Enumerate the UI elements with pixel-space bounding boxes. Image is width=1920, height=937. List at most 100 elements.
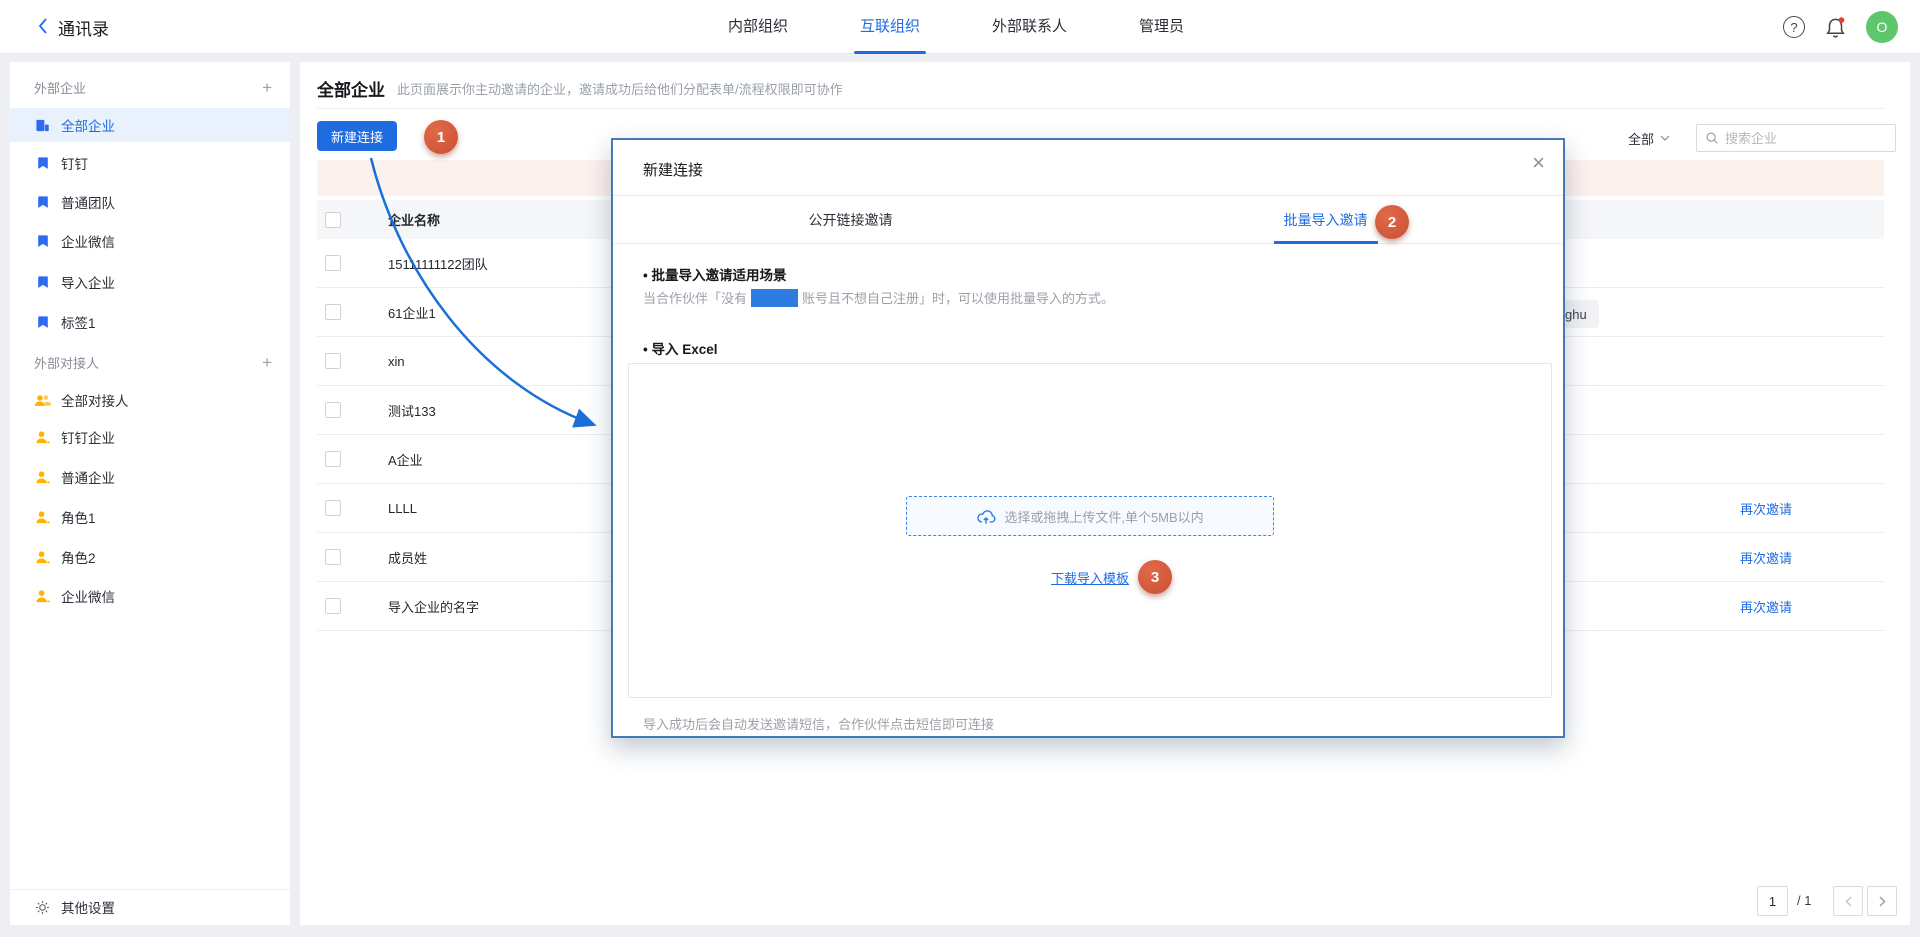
download-template-link[interactable]: 下载导入模板: [1051, 568, 1129, 587]
sidebar-item-label: 钉钉企业: [61, 427, 115, 447]
company-name: 61企业1: [388, 303, 436, 322]
page-title: 通讯录: [58, 15, 109, 40]
reinvite-link[interactable]: 再次邀请: [1740, 499, 1800, 518]
select-all-checkbox[interactable]: [325, 212, 341, 228]
sidebar-item-all-companies[interactable]: 全部企业: [10, 108, 290, 142]
reinvite-link[interactable]: 再次邀请: [1740, 548, 1800, 567]
topbar-icons: ? O: [1783, 0, 1898, 54]
person-icon: [34, 589, 51, 604]
bookmark-icon: [34, 275, 51, 289]
scenario-desc-suffix: 账号且不想自己注册」时，可以使用批量导入的方式。: [802, 291, 1114, 306]
prev-page-button[interactable]: [1833, 886, 1863, 916]
sidebar-item-normal-companies[interactable]: 普通企业: [10, 460, 290, 494]
sidebar-item-wecom-partners[interactable]: 企业微信: [10, 579, 290, 613]
modal-tabs: 公开链接邀请 批量导入邀请: [613, 196, 1563, 244]
company-icon: [34, 118, 51, 133]
cloud-upload-icon: [976, 508, 996, 525]
close-icon[interactable]: ×: [1532, 152, 1545, 174]
add-partner-icon[interactable]: +: [262, 354, 272, 371]
sidebar-item-dingtalk-companies[interactable]: 钉钉企业: [10, 420, 290, 454]
reinvite-link[interactable]: 再次邀请: [1740, 597, 1800, 616]
company-name: LLLL: [388, 501, 417, 516]
import-area: 选择或拖拽上传文件,单个5MB以内 下载导入模板: [628, 363, 1552, 698]
gear-icon: [34, 900, 51, 915]
sidebar-item-label: 全部企业: [61, 115, 115, 135]
modal-header: 新建连接 ×: [613, 140, 1563, 196]
people-icon: [34, 393, 51, 408]
dropzone-label: 选择或拖拽上传文件,单个5MB以内: [1004, 507, 1203, 526]
row-checkbox[interactable]: [325, 255, 341, 271]
row-checkbox[interactable]: [325, 402, 341, 418]
search-input[interactable]: [1725, 131, 1875, 146]
company-name: 成员姓: [388, 548, 427, 567]
file-dropzone[interactable]: 选择或拖拽上传文件,单个5MB以内: [906, 496, 1274, 536]
new-connection-button[interactable]: 新建连接: [317, 121, 397, 151]
next-page-button[interactable]: [1867, 886, 1897, 916]
sidebar-item-tag1[interactable]: 标签1: [10, 305, 290, 339]
import-excel-title: • 导入 Excel: [643, 338, 718, 358]
sidebar-item-dingtalk[interactable]: 钉钉: [10, 146, 290, 180]
section-subtitle: 此页面展示你主动邀请的企业，邀请成功后给他们分配表单/流程权限即可协作: [397, 79, 843, 98]
new-connection-modal: 新建连接 × 公开链接邀请 批量导入邀请 • 批量导入邀请适用场景 当合作伙伴「…: [611, 138, 1565, 738]
search-icon: [1705, 131, 1719, 145]
step-badge-3: 3: [1138, 560, 1172, 594]
section-title: 全部企业: [317, 76, 385, 101]
help-icon[interactable]: ?: [1783, 16, 1805, 38]
person-icon: [34, 510, 51, 525]
sidebar-item-role2[interactable]: 角色2: [10, 540, 290, 574]
sidebar-section-external-partners: 外部对接人 +: [34, 350, 272, 374]
company-name: xin: [388, 354, 405, 369]
modal-title: 新建连接: [643, 159, 703, 180]
row-checkbox[interactable]: [325, 353, 341, 369]
chevron-down-icon: [1660, 135, 1670, 141]
tab-external-contacts[interactable]: 外部联系人: [992, 0, 1067, 54]
tab-connected-org[interactable]: 互联组织: [860, 0, 920, 54]
sidebar-item-imported-companies[interactable]: 导入企业: [10, 265, 290, 299]
tab-public-link-invite[interactable]: 公开链接邀请: [613, 196, 1088, 243]
sidebar-section-external-companies: 外部企业 +: [34, 75, 272, 99]
sidebar-item-role1[interactable]: 角色1: [10, 500, 290, 534]
redacted-brand-box: [751, 289, 798, 307]
sidebar-item-label: 企业微信: [61, 586, 115, 606]
filter-all-dropdown[interactable]: 全部: [1628, 124, 1670, 152]
avatar[interactable]: O: [1866, 11, 1898, 43]
step-badge-2: 2: [1375, 205, 1409, 239]
sidebar-item-other-settings[interactable]: 其他设置: [10, 890, 290, 924]
row-checkbox[interactable]: [325, 451, 341, 467]
sidebar-item-label: 标签1: [61, 312, 96, 332]
company-name: 测试133: [388, 401, 436, 420]
step-badge-1: 1: [424, 120, 458, 154]
bookmark-icon: [34, 195, 51, 209]
company-tag-fragment: ghu: [1563, 300, 1599, 328]
total-pages-label: / 1: [1797, 893, 1811, 908]
tab-admins[interactable]: 管理员: [1139, 0, 1184, 54]
tab-internal-org[interactable]: 内部组织: [728, 0, 788, 54]
notification-bell-icon[interactable]: [1825, 16, 1846, 39]
sidebar-item-label: 角色1: [61, 507, 96, 527]
contacts-admin-page: 通讯录 内部组织 互联组织 外部联系人 管理员 ? O 外部企业 + 全部企业 …: [0, 0, 1920, 937]
add-company-icon[interactable]: +: [262, 79, 272, 96]
sidebar-item-label: 角色2: [61, 547, 96, 567]
section-header-label: 外部企业: [34, 78, 86, 97]
header-divider: [317, 108, 1884, 109]
row-checkbox[interactable]: [325, 549, 341, 565]
sidebar-item-wecom[interactable]: 企业微信: [10, 224, 290, 258]
row-checkbox[interactable]: [325, 598, 341, 614]
sidebar-item-label: 导入企业: [61, 272, 115, 292]
chevron-right-icon: [1879, 896, 1886, 907]
filter-label: 全部: [1628, 129, 1654, 148]
back-button[interactable]: 通讯录: [38, 0, 109, 54]
row-checkbox[interactable]: [325, 500, 341, 516]
sidebar-item-normal-team[interactable]: 普通团队: [10, 185, 290, 219]
chevron-left-icon: [1845, 896, 1852, 907]
current-page-box[interactable]: 1: [1757, 886, 1788, 916]
section-header-label: 外部对接人: [34, 353, 99, 372]
sidebar-item-label: 普通团队: [61, 192, 115, 212]
scenario-description: 当合作伙伴「没有账号且不想自己注册」时，可以使用批量导入的方式。: [643, 288, 1114, 307]
tab-batch-import-invite[interactable]: 批量导入邀请: [1088, 196, 1563, 243]
company-name: A企业: [388, 450, 423, 469]
sidebar-item-all-partners[interactable]: 全部对接人: [10, 383, 290, 417]
row-checkbox[interactable]: [325, 304, 341, 320]
back-chevron-icon: [38, 18, 48, 37]
bookmark-icon: [34, 234, 51, 248]
